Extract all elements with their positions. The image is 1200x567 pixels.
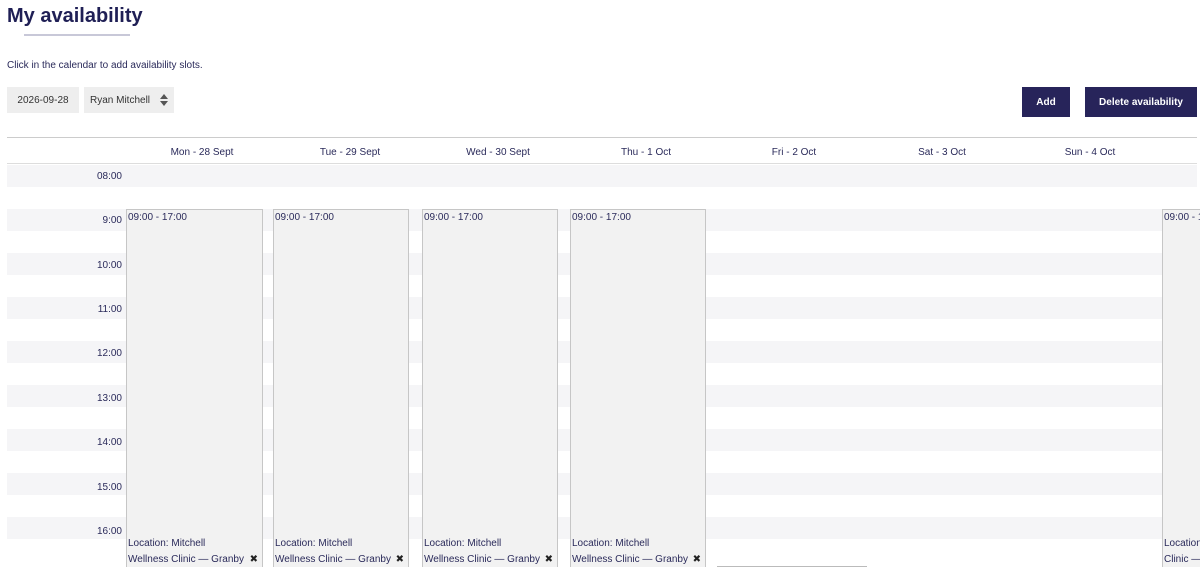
time-row[interactable] xyxy=(7,165,1197,187)
slot-time: 09:00 - 17:00 xyxy=(1164,212,1200,223)
slot-location: Location: Mitchell Wellness Clinic — Gra… xyxy=(572,538,688,565)
time-label: 14:00 xyxy=(96,437,122,448)
slot-location: Location: Mitchell Wellness Clinic — Gra… xyxy=(424,538,540,565)
availability-slot-mon[interactable]: 09:00 - 17:00 Location: Mitchell Wellnes… xyxy=(126,209,263,567)
time-label: 10:00 xyxy=(96,260,122,271)
day-header-thu: Thu - 1 Oct xyxy=(620,147,671,158)
slot-location: Location: Mitchell Wellness Clinic — Gra… xyxy=(128,538,244,565)
user-select[interactable]: Ryan Mitchell xyxy=(84,87,174,113)
close-icon[interactable]: ✖ xyxy=(250,554,258,566)
page-title: My availability xyxy=(7,5,143,27)
slot-location: Location: Mitchell Wellness Clinic — Gra… xyxy=(275,538,391,565)
time-label: 15:00 xyxy=(96,482,122,493)
sort-arrows-icon xyxy=(160,94,168,106)
time-label: 11:00 xyxy=(97,304,122,315)
slot-location: Location: Mitchell Wellness Clinic — Gra… xyxy=(1164,538,1200,565)
calendar-header: Mon - 28 Sept Tue - 29 Sept Wed - 30 Sep… xyxy=(7,138,1197,164)
close-icon[interactable]: ✖ xyxy=(693,554,701,566)
title-underline xyxy=(24,34,130,36)
delete-availability-button[interactable]: Delete availability xyxy=(1085,87,1197,117)
availability-slot-sun[interactable]: 09:00 - 17:00 Location: Mitchell Wellnes… xyxy=(1162,209,1200,567)
slot-time: 09:00 - 17:00 xyxy=(424,212,483,223)
time-label: 13:00 xyxy=(96,393,122,404)
close-icon[interactable]: ✖ xyxy=(545,554,553,566)
time-label: 9:00 xyxy=(102,215,122,226)
day-header-mon: Mon - 28 Sept xyxy=(170,147,234,158)
close-icon[interactable]: ✖ xyxy=(396,554,404,566)
time-label: 16:00 xyxy=(96,526,122,537)
calendar[interactable]: Mon - 28 Sept Tue - 29 Sept Wed - 30 Sep… xyxy=(7,137,1200,567)
day-header-fri: Fri - 2 Oct xyxy=(771,147,817,158)
day-header-sat: Sat - 3 Oct xyxy=(918,147,966,158)
time-label: 12:00 xyxy=(96,348,122,359)
day-header-sun: Sun - 4 Oct xyxy=(1064,147,1116,158)
day-header-wed: Wed - 30 Sept xyxy=(466,147,530,158)
day-header-tue: Tue - 29 Sept xyxy=(319,147,381,158)
date-field[interactable]: 2026-09-28 xyxy=(7,87,79,113)
slot-time: 09:00 - 17:00 xyxy=(128,212,187,223)
instructions-text: Click in the calendar to add availabilit… xyxy=(7,60,203,71)
time-label: 08:00 xyxy=(96,171,122,182)
user-select-value: Ryan Mitchell xyxy=(90,94,151,106)
availability-slot-thu[interactable]: 09:00 - 17:00 Location: Mitchell Wellnes… xyxy=(570,209,706,567)
slot-time: 09:00 - 17:00 xyxy=(572,212,631,223)
availability-slot-tue[interactable]: 09:00 - 17:00 Location: Mitchell Wellnes… xyxy=(273,209,409,567)
availability-slot-wed[interactable]: 09:00 - 17:00 Location: Mitchell Wellnes… xyxy=(422,209,558,567)
add-button[interactable]: Add xyxy=(1022,87,1070,117)
slot-time: 09:00 - 17:00 xyxy=(275,212,334,223)
